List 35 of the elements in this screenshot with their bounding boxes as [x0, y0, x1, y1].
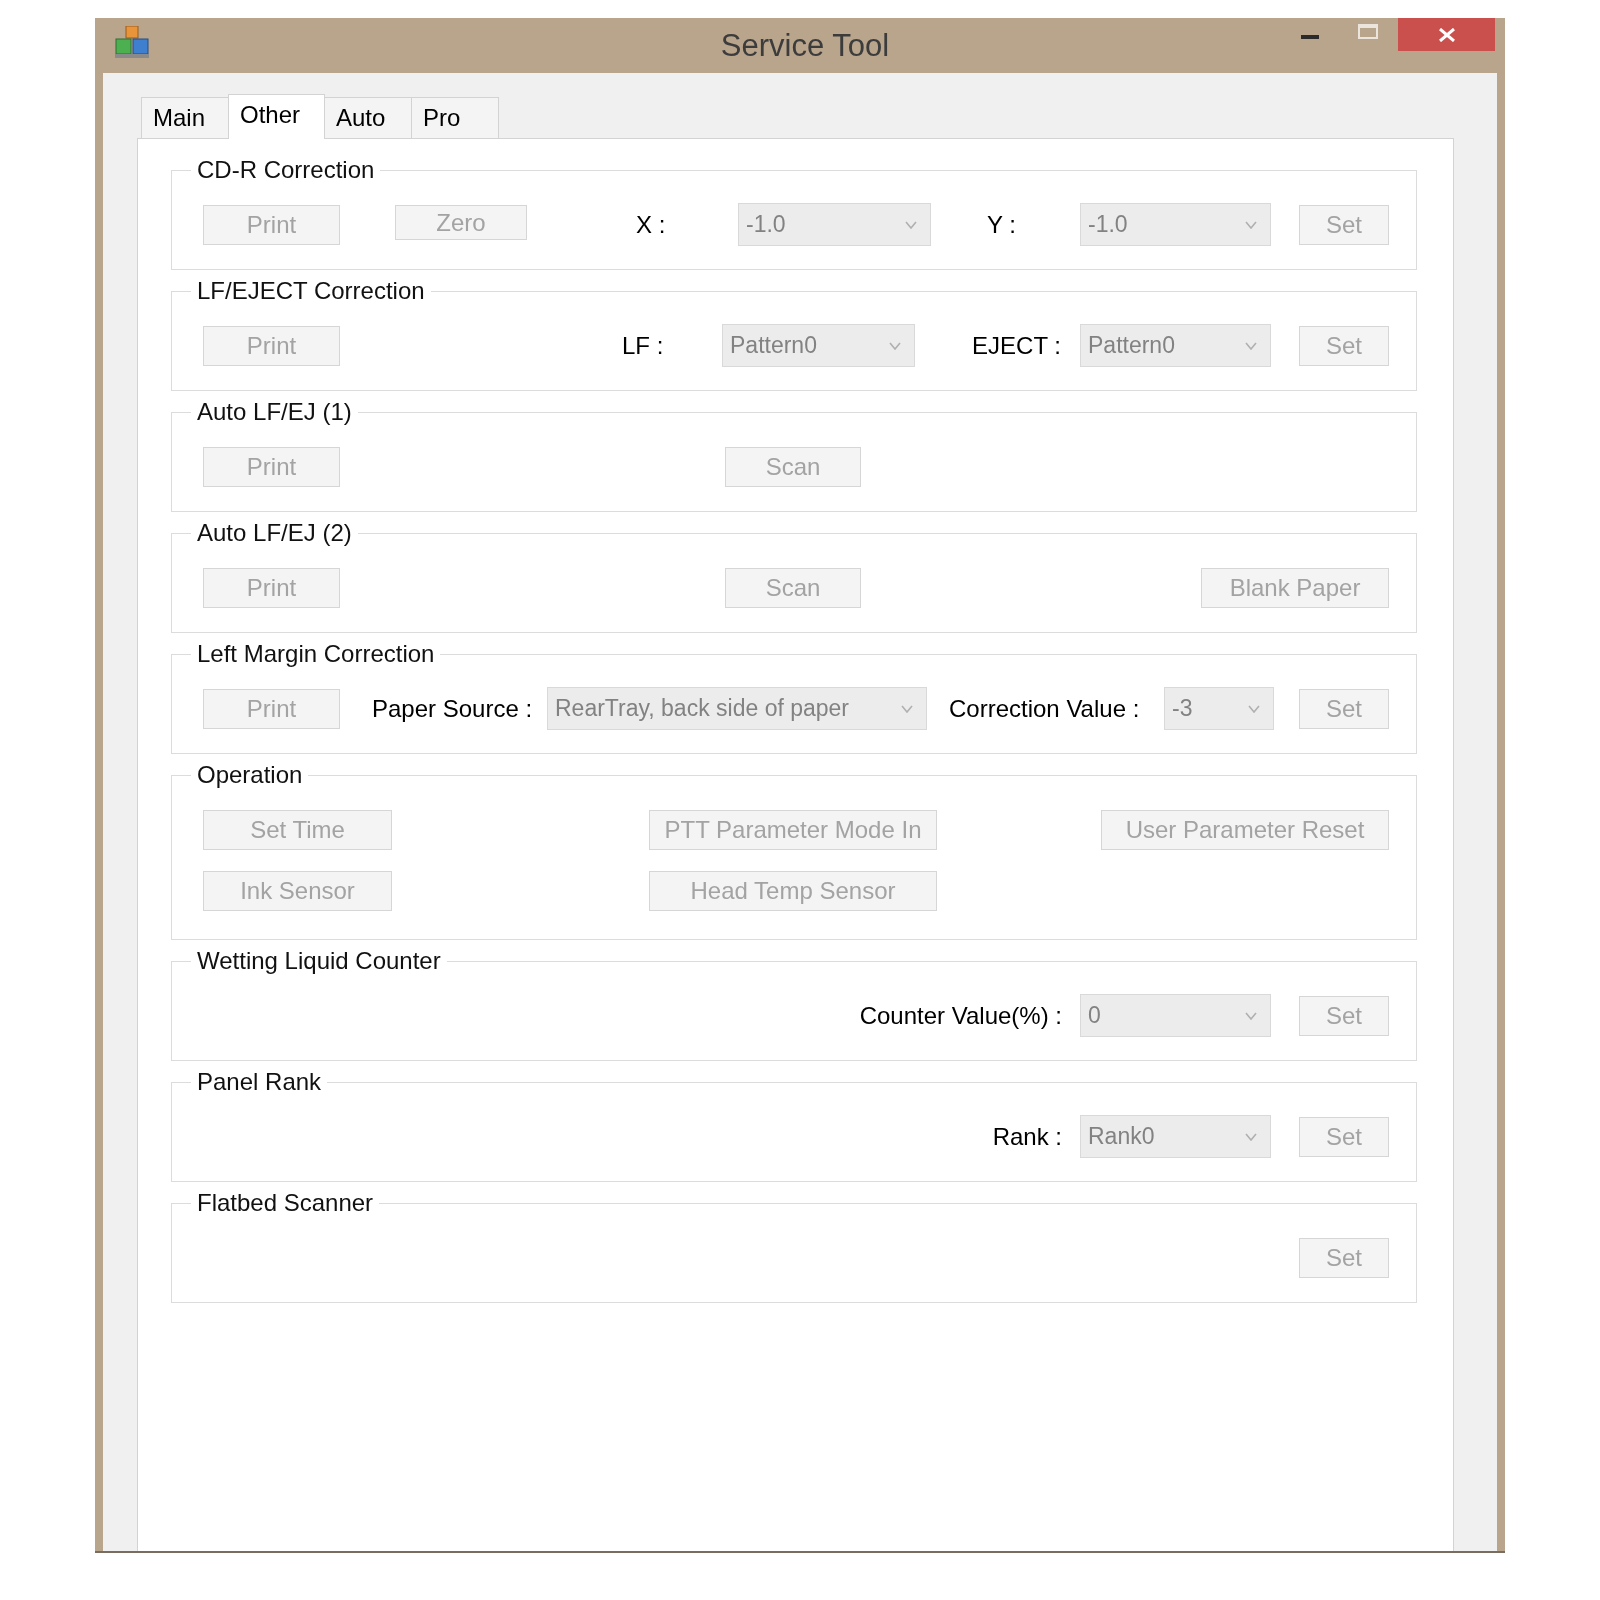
tiles-icon: [115, 25, 149, 58]
group-title: Auto LF/EJ (1): [196, 398, 353, 426]
chevron-down-icon: [889, 341, 901, 350]
chevron-down-icon: [1245, 220, 1257, 229]
field-label: Paper Source :: [372, 694, 533, 723]
chevron-down-icon: [905, 220, 917, 229]
field-label: Rank :: [992, 1122, 1062, 1151]
chevron-down-icon: [1245, 1132, 1257, 1141]
close-button[interactable]: [1398, 18, 1495, 51]
field-label: EJECT :: [972, 331, 1061, 360]
window-title: Service Tool: [720, 27, 890, 64]
field-label: Y :: [987, 210, 1016, 239]
chevron-down-icon: [1245, 1011, 1257, 1020]
tab[interactable]: Other: [228, 94, 325, 139]
chevron-down-icon: [1245, 341, 1257, 350]
group-title: Left Margin Correction: [196, 640, 436, 668]
group-title: Auto LF/EJ (2): [196, 519, 353, 547]
group-title: LF/EJECT Correction: [196, 277, 426, 305]
field-label: Correction Value :: [949, 694, 1140, 723]
group-title: Flatbed Scanner: [196, 1189, 375, 1217]
tab[interactable]: Pro: [411, 97, 499, 138]
minimize-icon: [1301, 35, 1319, 39]
tab[interactable]: Main: [141, 97, 229, 138]
group-title: Wetting Liquid Counter: [196, 947, 442, 975]
group-title: CD-R Correction: [196, 156, 376, 184]
field-label: LF :: [622, 331, 664, 360]
group-title: Operation: [196, 761, 304, 789]
chevron-down-icon: [901, 704, 913, 713]
chevron-down-icon: [1248, 704, 1260, 713]
field-label: X :: [636, 210, 666, 239]
tab[interactable]: Auto: [324, 97, 412, 138]
group-title: Panel Rank: [196, 1068, 323, 1096]
field-label: Counter Value(%) :: [859, 1001, 1062, 1030]
maximize-icon: [1358, 24, 1378, 39]
close-icon: [1438, 27, 1455, 42]
